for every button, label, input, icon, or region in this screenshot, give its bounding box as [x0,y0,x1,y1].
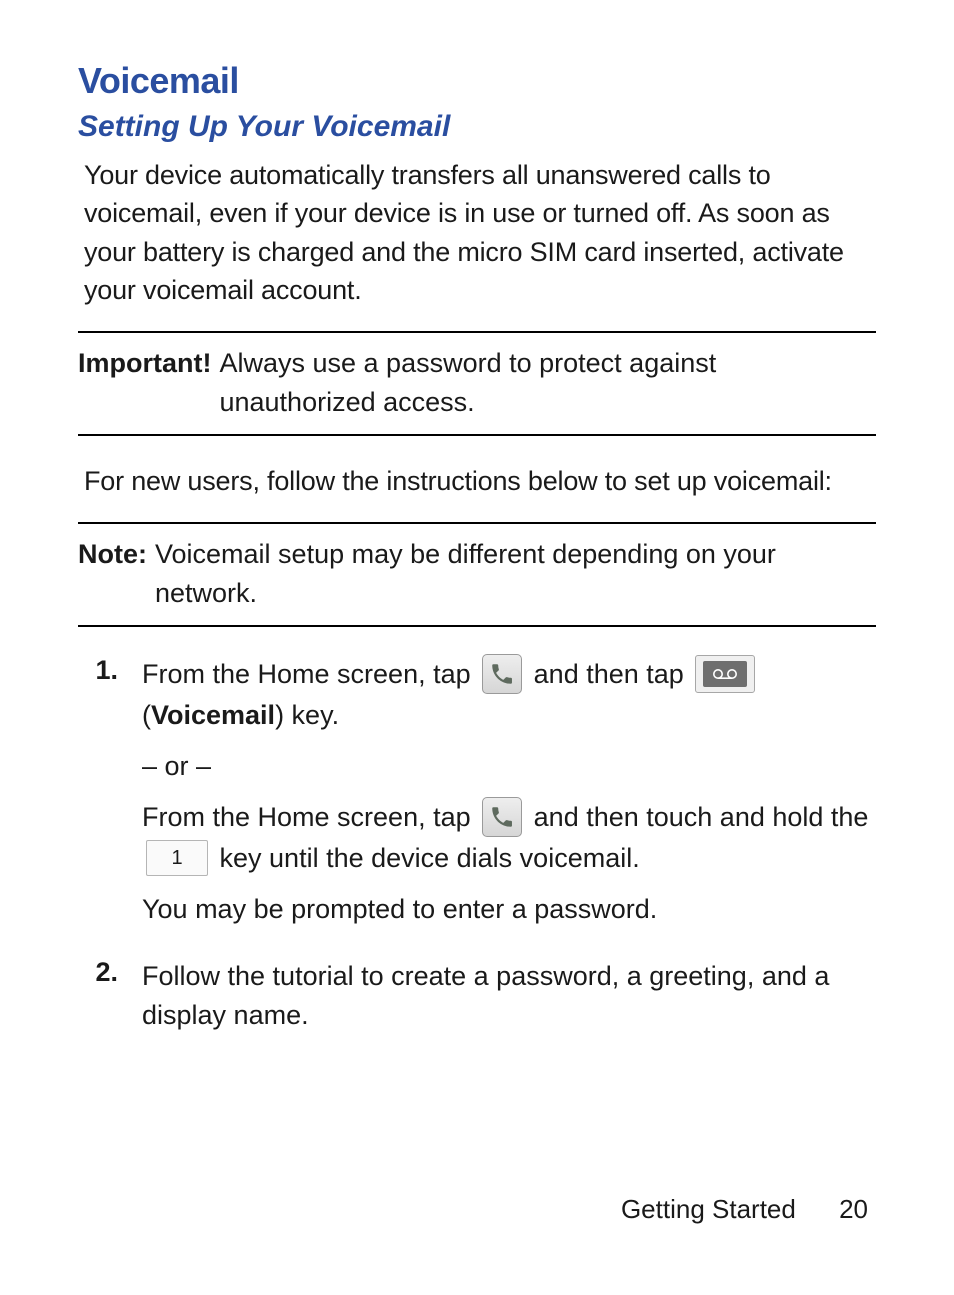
step-1-line-2: From the Home screen, tap and then touch… [142,798,876,878]
note-callout: Note: Voicemail setup may be different d… [78,522,876,627]
step-1-vm-word: Voicemail [151,700,275,730]
important-text: Always use a password to protect against… [219,344,876,421]
footer-section: Getting Started [621,1194,796,1224]
document-page: Voicemail Setting Up Your Voicemail Your… [0,0,954,1048]
step-1-prompt: You may be prompted to enter a password. [142,890,876,929]
footer-page-number: 20 [839,1194,868,1225]
keypad-1-icon: 1 [146,840,208,876]
step-number: 1. [78,655,142,941]
note-text: Voicemail setup may be different dependi… [155,535,876,612]
steps-list: 1. From the Home screen, tap and then ta… [78,655,876,1048]
step-1-alt-text-c: key until the device dials voicemail. [220,843,640,873]
step-1-vm-close: ) key. [275,700,339,730]
important-label: Important! [78,344,219,421]
step-1-alt-text-b: and then touch and hold the [534,802,869,832]
step-1-line-1: From the Home screen, tap and then tap (… [142,655,876,735]
step-1-text-a: From the Home screen, tap [142,659,478,689]
step-1: 1. From the Home screen, tap and then ta… [78,655,876,941]
intro-paragraph: Your device automatically transfers all … [84,156,876,309]
phone-icon [482,654,522,694]
step-2-text: Follow the tutorial to create a password… [142,957,876,1035]
voicemail-icon [695,655,755,693]
step-1-alt-text-a: From the Home screen, tap [142,802,478,832]
phone-icon [482,797,522,837]
step-1-text-b: and then tap [534,659,692,689]
important-callout: Important! Always use a password to prot… [78,331,876,436]
for-new-users-text: For new users, follow the instructions b… [84,462,876,500]
step-number: 2. [78,957,142,1047]
step-2: 2. Follow the tutorial to create a passw… [78,957,876,1047]
section-heading: Voicemail [78,60,876,102]
note-label: Note: [78,535,155,612]
page-footer: Getting Started 20 [621,1194,868,1225]
step-1-or: – or – [142,747,876,786]
subsection-heading: Setting Up Your Voicemail [78,110,876,144]
step-1-vm-open: ( [142,700,151,730]
